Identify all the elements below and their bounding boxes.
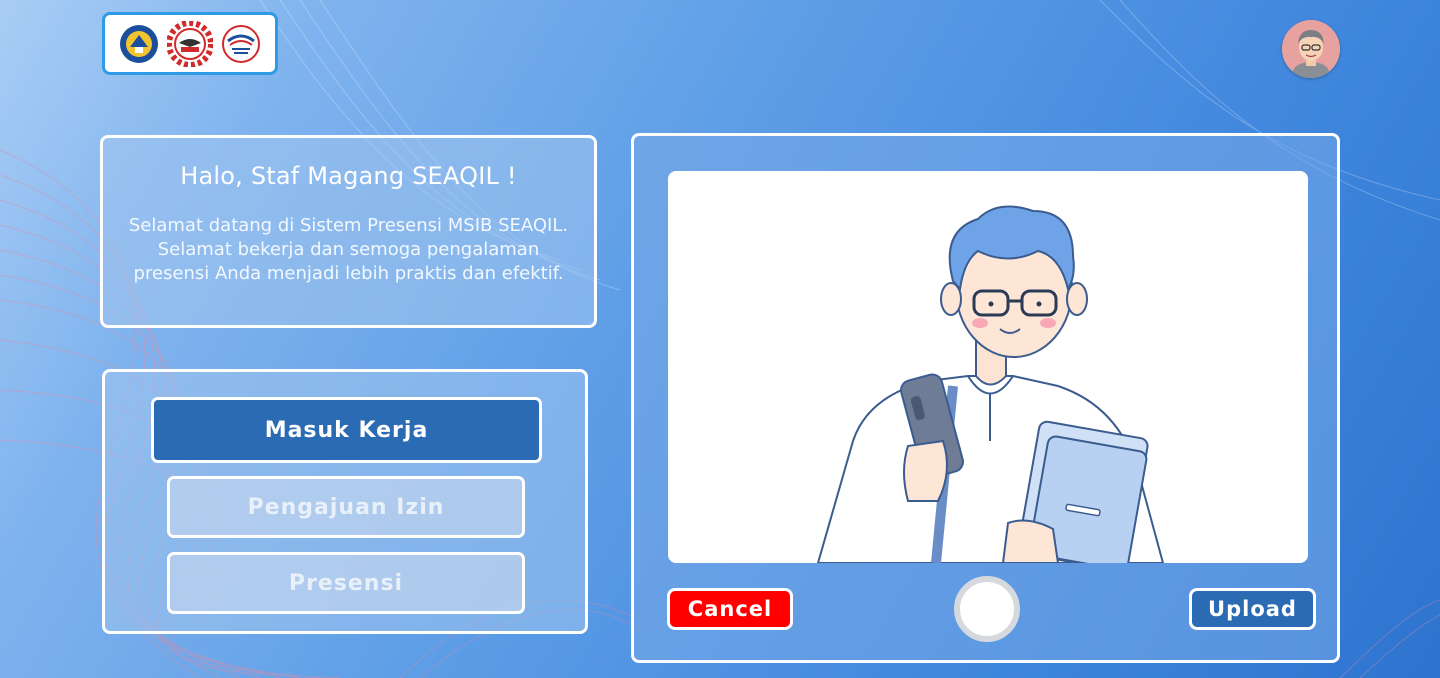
user-avatar-icon [1282, 20, 1340, 78]
upload-button[interactable]: Upload [1189, 588, 1316, 630]
greeting-card: Halo, Staf Magang SEAQIL ! Selamat datan… [100, 135, 597, 328]
seaqil-logo [221, 24, 260, 63]
student-illustration [816, 205, 1165, 563]
camera-preview [668, 171, 1308, 563]
cancel-button[interactable]: Cancel [667, 588, 793, 630]
menu-card: Masuk Kerja Pengajuan Izin Presensi [102, 369, 588, 634]
user-avatar[interactable] [1282, 20, 1340, 78]
seameo-logo [166, 20, 213, 67]
greeting-message: Selamat datang di Sistem Presensi MSIB S… [128, 215, 569, 284]
partner-logos [102, 12, 278, 75]
pengajuan-izin-button[interactable]: Pengajuan Izin [167, 476, 525, 538]
kemendikbud-logo [120, 24, 159, 63]
presensi-button[interactable]: Presensi [167, 552, 525, 614]
masuk-kerja-button[interactable]: Masuk Kerja [151, 397, 542, 463]
shutter-button[interactable] [954, 576, 1020, 642]
camera-card: Cancel Upload [631, 133, 1340, 663]
greeting-title: Halo, Staf Magang SEAQIL ! [180, 162, 517, 190]
